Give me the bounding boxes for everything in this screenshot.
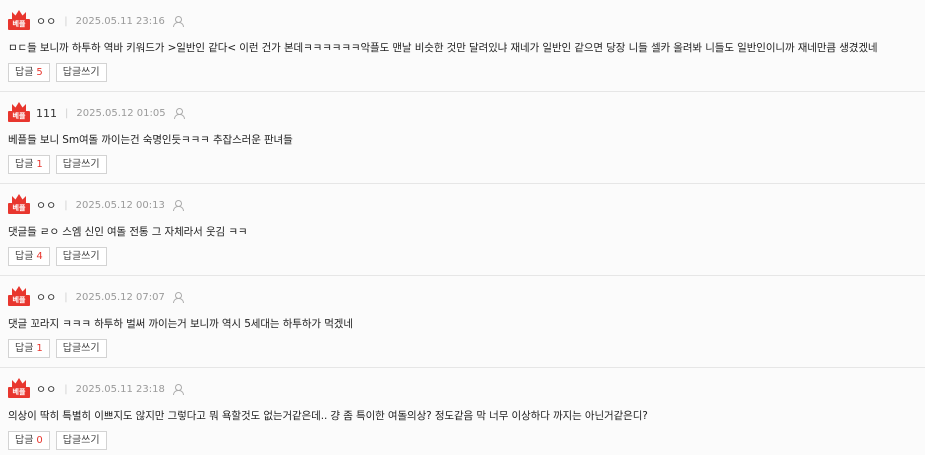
reply-count: 1 — [36, 159, 43, 170]
comment-item: 베플 111 | 2025.05.12 01:05 베플들 보니 Sm여돌 까이… — [0, 92, 925, 184]
write-reply-button[interactable]: 답글쓰기 — [55, 339, 107, 358]
person-icon — [172, 384, 184, 395]
comment-author[interactable]: 111 — [36, 107, 57, 120]
reply-count: 1 — [36, 343, 43, 354]
meta-separator: | — [64, 383, 68, 395]
comment-date: 2025.05.11 23:16 — [75, 15, 165, 27]
reply-label: 답글 — [15, 435, 34, 446]
person-icon — [172, 292, 184, 303]
person-icon — [172, 200, 184, 211]
reply-toggle-button[interactable]: 답글 0 — [8, 431, 50, 450]
comment-meta: 베플 111 | 2025.05.12 01:05 — [8, 102, 925, 124]
comment-meta: 베플 ㅇㅇ | 2025.05.11 23:18 — [8, 378, 925, 400]
comment-date: 2025.05.12 00:13 — [75, 199, 165, 211]
reply-label: 답글 — [15, 343, 34, 354]
comment-date: 2025.05.12 07:07 — [75, 291, 165, 303]
write-reply-button[interactable]: 답글쓰기 — [55, 63, 107, 82]
write-reply-button[interactable]: 답글쓰기 — [55, 155, 107, 174]
best-comment-badge: 베플 — [8, 194, 30, 216]
meta-separator: | — [64, 291, 68, 303]
reply-toggle-button[interactable]: 답글 5 — [8, 63, 50, 82]
write-reply-button[interactable]: 답글쓰기 — [55, 247, 107, 266]
comment-item: 베플 ㅇㅇ | 2025.05.11 23:16 ㅁㄷ들 보니까 하투하 역바 … — [0, 0, 925, 92]
reply-label: 답글 — [15, 67, 34, 78]
comment-date: 2025.05.12 01:05 — [76, 107, 166, 119]
comment-text: ㅁㄷ들 보니까 하투하 역바 키워드가 >일반인 같다< 이런 건가 본데ㅋㅋㅋ… — [8, 42, 878, 54]
comment-actions: 답글 4 답글쓰기 — [8, 247, 925, 266]
comment-author[interactable]: ㅇㅇ — [36, 289, 56, 305]
comment-text: 베플들 보니 Sm여돌 까이는건 숙명인듯ㅋㅋㅋ 추잡스러운 판녀들 — [8, 134, 293, 146]
comment-item: 베플 ㅇㅇ | 2025.05.12 00:13 댓글들 ㄹㅇ 스엠 신인 여돌… — [0, 184, 925, 276]
comment-date: 2025.05.11 23:18 — [75, 383, 165, 395]
reply-count: 5 — [36, 67, 43, 78]
comment-meta: 베플 ㅇㅇ | 2025.05.12 00:13 — [8, 194, 925, 216]
reply-label: 답글 — [15, 251, 34, 262]
comment-author[interactable]: ㅇㅇ — [36, 381, 56, 397]
comment-author[interactable]: ㅇㅇ — [36, 197, 56, 213]
best-comment-badge: 베플 — [8, 102, 30, 124]
reply-label: 답글 — [15, 159, 34, 170]
comment-actions: 답글 5 답글쓰기 — [8, 63, 925, 82]
comment-actions: 답글 0 답글쓰기 — [8, 431, 925, 450]
person-icon — [173, 108, 185, 119]
comment-text: 댓글들 ㄹㅇ 스엠 신인 여돌 전통 그 자체라서 웃김 ㅋㅋ — [8, 226, 248, 238]
badge-label: 베플 — [8, 111, 30, 122]
comment-meta: 베플 ㅇㅇ | 2025.05.12 07:07 — [8, 286, 925, 308]
reply-count: 4 — [36, 251, 43, 262]
comment-actions: 답글 1 답글쓰기 — [8, 339, 925, 358]
best-comment-badge: 베플 — [8, 378, 30, 400]
comment-list: 베플 ㅇㅇ | 2025.05.11 23:16 ㅁㄷ들 보니까 하투하 역바 … — [0, 0, 925, 455]
comment-meta: 베플 ㅇㅇ | 2025.05.11 23:16 — [8, 10, 925, 32]
reply-toggle-button[interactable]: 답글 1 — [8, 155, 50, 174]
reply-toggle-button[interactable]: 답글 4 — [8, 247, 50, 266]
badge-label: 베플 — [8, 203, 30, 214]
badge-label: 베플 — [8, 295, 30, 306]
badge-label: 베플 — [8, 387, 30, 398]
write-reply-button[interactable]: 답글쓰기 — [55, 431, 107, 450]
best-comment-badge: 베플 — [8, 10, 30, 32]
comment-text: 댓글 꼬라지 ㅋㅋㅋ 하투하 벌써 까이는거 보니까 역시 5세대는 하투하가 … — [8, 318, 353, 330]
comment-actions: 답글 1 답글쓰기 — [8, 155, 925, 174]
person-icon — [172, 16, 184, 27]
meta-separator: | — [64, 15, 68, 27]
best-comment-badge: 베플 — [8, 286, 30, 308]
reply-count: 0 — [36, 435, 43, 446]
reply-toggle-button[interactable]: 답글 1 — [8, 339, 50, 358]
comment-item: 베플 ㅇㅇ | 2025.05.11 23:18 의상이 딱히 특별히 이쁘지도… — [0, 368, 925, 455]
comment-item: 베플 ㅇㅇ | 2025.05.12 07:07 댓글 꼬라지 ㅋㅋㅋ 하투하 … — [0, 276, 925, 368]
comment-text: 의상이 딱히 특별히 이쁘지도 않지만 그렇다고 뭐 욕할것도 없는거같은데..… — [8, 410, 648, 422]
meta-separator: | — [65, 107, 69, 119]
meta-separator: | — [64, 199, 68, 211]
badge-label: 베플 — [8, 19, 30, 30]
comment-author[interactable]: ㅇㅇ — [36, 13, 56, 29]
